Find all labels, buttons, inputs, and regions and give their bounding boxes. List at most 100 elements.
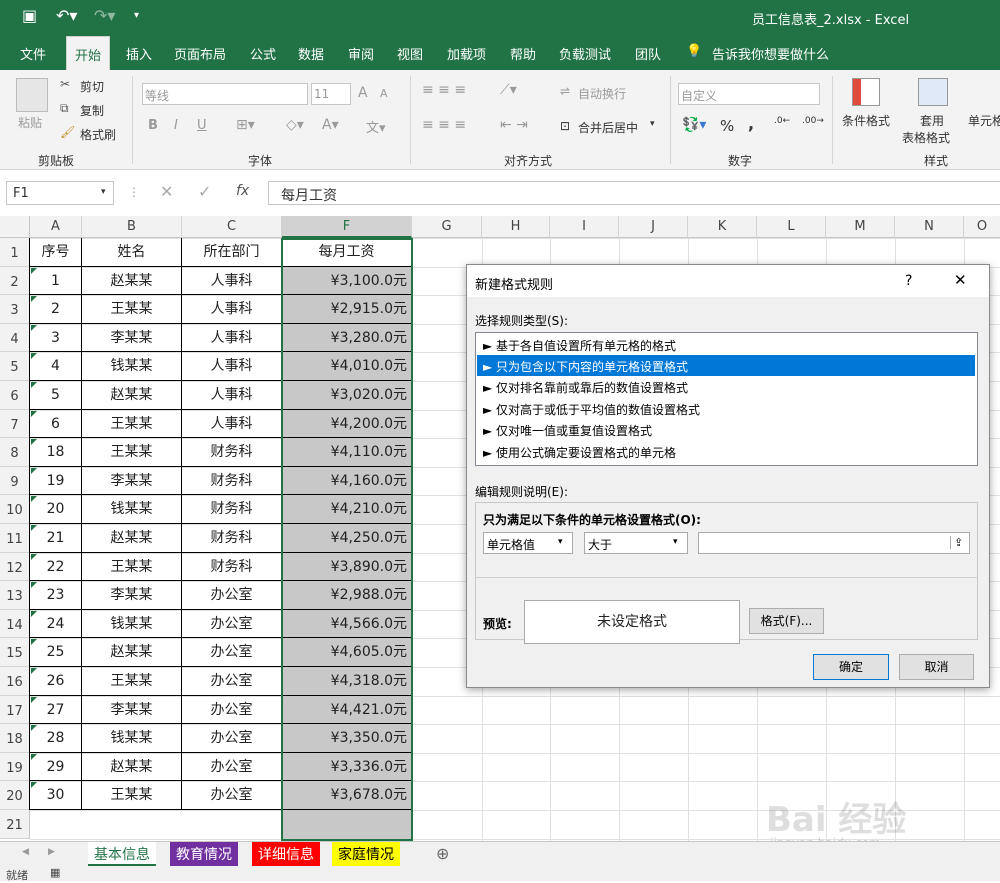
- rule-option[interactable]: ► 使用公式确定要设置格式的单元格: [477, 441, 975, 462]
- table-cell[interactable]: 王某某: [82, 552, 182, 582]
- decrease-decimal-icon[interactable]: .00→: [802, 116, 824, 126]
- table-cell[interactable]: 王某某: [82, 409, 182, 439]
- table-cell[interactable]: 赵某某: [82, 638, 182, 667]
- row-header[interactable]: 5: [0, 352, 30, 381]
- table-cell[interactable]: 王某某: [82, 667, 182, 696]
- table-cell[interactable]: 办公室: [182, 695, 282, 725]
- conditional-format-button[interactable]: 条件格式: [842, 112, 890, 129]
- sheet-tab-family[interactable]: 家庭情况: [332, 842, 400, 866]
- table-cell[interactable]: 李某某: [82, 466, 182, 496]
- table-cell[interactable]: 人事科: [182, 352, 282, 381]
- row-header[interactable]: 17: [0, 695, 30, 725]
- row-header[interactable]: 4: [0, 323, 30, 353]
- column-header[interactable]: K: [688, 216, 757, 238]
- table-cell[interactable]: 赵某某: [82, 266, 182, 296]
- condition-type-select[interactable]: 单元格值 ▾: [483, 532, 573, 554]
- add-sheet-icon[interactable]: ⊕: [436, 844, 449, 863]
- customize-quick-access-icon[interactable]: ▾: [134, 10, 139, 21]
- column-header[interactable]: F: [282, 216, 412, 238]
- range-picker-icon[interactable]: ⇪: [950, 536, 963, 549]
- table-cell[interactable]: 28: [30, 724, 82, 753]
- table-cell[interactable]: 王某某: [82, 438, 182, 467]
- row-header[interactable]: 18: [0, 724, 30, 753]
- value-input[interactable]: ⇪: [698, 532, 970, 554]
- italic-button[interactable]: I: [174, 118, 178, 133]
- format-button[interactable]: 格式(F)...: [749, 608, 824, 634]
- rule-option[interactable]: ► 仅对唯一值或重复值设置格式: [477, 419, 975, 440]
- cell-styles-button[interactable]: 单元格: [968, 112, 1000, 129]
- row-header[interactable]: 10: [0, 495, 30, 524]
- underline-button[interactable]: U: [197, 118, 207, 133]
- rule-option[interactable]: ► 仅对高于或低于平均值的数值设置格式: [477, 398, 975, 419]
- table-cell[interactable]: 5: [30, 381, 82, 410]
- table-cell[interactable]: 23: [30, 581, 82, 610]
- rule-type-list[interactable]: ► 基于各自值设置所有单元格的格式 ► 只为包含以下内容的单元格设置格式 ► 仅…: [475, 332, 978, 466]
- table-cell[interactable]: 财务科: [182, 495, 282, 524]
- header-cell[interactable]: 姓名: [82, 238, 182, 267]
- column-header[interactable]: G: [412, 216, 482, 238]
- operator-select[interactable]: 大于 ▾: [584, 532, 688, 554]
- rule-option[interactable]: ► 基于各自值设置所有单元格的格式: [477, 334, 975, 355]
- table-cell[interactable]: 25: [30, 638, 82, 667]
- menu-load-test[interactable]: 负载测试: [559, 44, 611, 63]
- phonetic-icon[interactable]: 文▾: [366, 117, 386, 136]
- sheet-tab-basic-info[interactable]: 基本信息: [88, 842, 156, 866]
- menu-view[interactable]: 视图: [397, 44, 423, 63]
- enter-icon[interactable]: ✓: [198, 182, 211, 201]
- row-header[interactable]: 6: [0, 381, 30, 410]
- table-cell[interactable]: 钱某某: [82, 724, 182, 753]
- menu-team[interactable]: 团队: [635, 44, 661, 63]
- format-table-icon[interactable]: [918, 78, 948, 106]
- indent-icon[interactable]: ⇤ ⇥: [500, 117, 528, 133]
- bold-button[interactable]: B: [148, 118, 158, 133]
- table-cell[interactable]: 财务科: [182, 524, 282, 553]
- table-cell[interactable]: 人事科: [182, 409, 282, 439]
- currency-icon[interactable]: 💱▾: [682, 117, 706, 133]
- menu-formulas[interactable]: 公式: [250, 44, 276, 63]
- table-cell[interactable]: 办公室: [182, 724, 282, 753]
- name-box-dropdown-icon[interactable]: ▾: [101, 187, 106, 197]
- table-cell[interactable]: 办公室: [182, 667, 282, 696]
- table-cell[interactable]: 人事科: [182, 381, 282, 410]
- row-header[interactable]: 3: [0, 295, 30, 324]
- wrap-text-icon[interactable]: ⇌: [560, 84, 570, 98]
- table-cell[interactable]: 18: [30, 438, 82, 467]
- cancel-icon[interactable]: ✕: [160, 182, 173, 201]
- rule-option[interactable]: ► 仅对排名靠前或靠后的数值设置格式: [477, 376, 975, 397]
- clipboard-icon[interactable]: [16, 78, 48, 112]
- menu-addins[interactable]: 加载项: [447, 44, 486, 63]
- table-cell[interactable]: 人事科: [182, 266, 282, 296]
- table-cell[interactable]: 19: [30, 466, 82, 496]
- column-header[interactable]: M: [826, 216, 895, 238]
- cut-icon[interactable]: ✂: [60, 77, 70, 91]
- align-left-icon[interactable]: ≡ ≡ ≡: [422, 117, 466, 133]
- grow-font-button[interactable]: A: [358, 85, 368, 101]
- align-top-icon[interactable]: ≡ ≡ ≡: [422, 82, 466, 98]
- column-header[interactable]: N: [895, 216, 964, 238]
- table-cell[interactable]: 财务科: [182, 466, 282, 496]
- table-cell[interactable]: 钱某某: [82, 352, 182, 381]
- copy-icon[interactable]: ⧉: [60, 101, 69, 116]
- ok-button[interactable]: 确定: [813, 654, 889, 680]
- menu-home[interactable]: 开始: [66, 36, 111, 70]
- column-header[interactable]: O: [964, 216, 1000, 238]
- table-cell[interactable]: 财务科: [182, 552, 282, 582]
- column-header[interactable]: J: [619, 216, 688, 238]
- name-box[interactable]: F1 ▾: [6, 181, 114, 205]
- table-cell[interactable]: 29: [30, 752, 82, 782]
- table-cell[interactable]: 20: [30, 495, 82, 524]
- table-cell[interactable]: 钱某某: [82, 609, 182, 639]
- format-table-button-line1[interactable]: 套用: [920, 112, 944, 129]
- rule-option-selected[interactable]: ► 只为包含以下内容的单元格设置格式: [477, 355, 975, 376]
- row-header[interactable]: 2: [0, 266, 30, 296]
- menu-help[interactable]: 帮助: [510, 44, 536, 63]
- table-cell[interactable]: 李某某: [82, 323, 182, 353]
- row-header[interactable]: 13: [0, 581, 30, 610]
- font-color-icon[interactable]: A▾: [322, 117, 339, 133]
- format-painter-button[interactable]: 格式刷: [80, 126, 116, 143]
- format-table-button-line2[interactable]: 表格格式: [902, 129, 950, 146]
- table-cell[interactable]: 22: [30, 552, 82, 582]
- merge-dropdown-icon[interactable]: ▾: [650, 119, 655, 129]
- close-icon[interactable]: ✕: [954, 271, 967, 289]
- table-cell[interactable]: 办公室: [182, 581, 282, 610]
